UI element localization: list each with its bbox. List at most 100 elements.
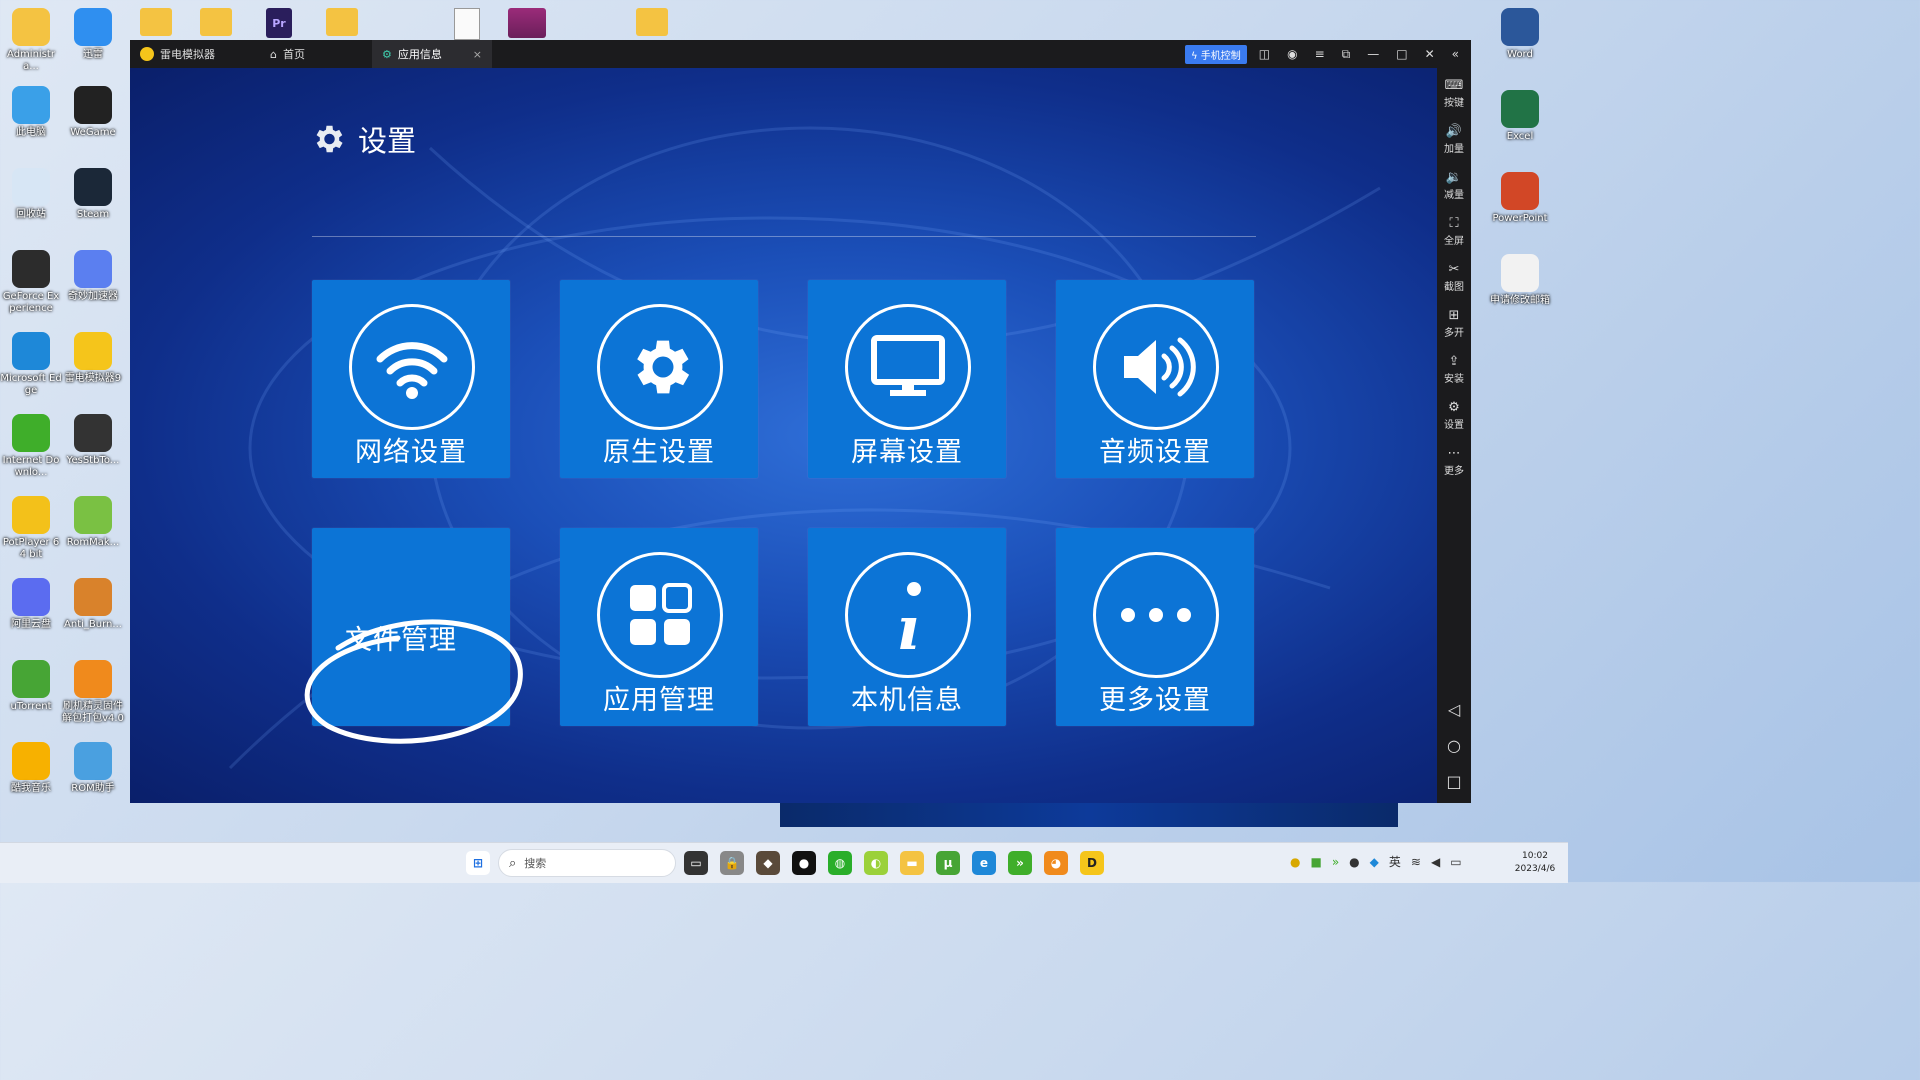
gear-icon: ⚙ — [382, 47, 392, 61]
ldplayer-icon[interactable]: D — [1080, 851, 1104, 875]
wifi-icon[interactable]: ≋ — [1411, 855, 1421, 869]
gamepad-icon[interactable]: ◫ — [1259, 47, 1270, 62]
kuwo-icon — [12, 742, 50, 780]
user-icon[interactable]: ◉ — [1287, 47, 1297, 62]
security-tray-icon[interactable]: ◆ — [1370, 855, 1379, 869]
document-icon[interactable] — [454, 8, 480, 40]
back-nav-icon[interactable]: ◁ — [1437, 700, 1471, 719]
settings-tile[interactable]: 应用管理 — [560, 528, 758, 726]
desktop-icon[interactable]: YesStbTo... — [62, 414, 124, 467]
restore-icon[interactable]: ⧉ — [1342, 47, 1351, 62]
phone-control-button[interactable]: ϟ 手机控制 — [1184, 44, 1247, 64]
settings-tile[interactable]: 网络设置 — [312, 280, 510, 478]
tool-app-icon[interactable]: ◆ — [756, 851, 780, 875]
tile-icon-circle — [597, 304, 723, 430]
volume-icon[interactable]: ◀ — [1431, 855, 1440, 869]
tab-app-name[interactable]: 雷电模拟器 — [130, 40, 260, 68]
sidebar-item[interactable]: 🔉 减量 — [1437, 170, 1471, 201]
maximize-icon[interactable]: □ — [1396, 47, 1407, 62]
qq-icon[interactable]: ● — [792, 851, 816, 875]
tab-app-info[interactable]: ⚙ 应用信息 × — [372, 40, 492, 68]
desktop-icon[interactable]: 迅雷 — [62, 8, 124, 61]
folder-icon[interactable] — [326, 8, 358, 36]
folder-icon[interactable] — [200, 8, 232, 36]
desktop-icon[interactable]: Steam — [62, 168, 124, 221]
settings-tile[interactable]: 更多设置 — [1056, 528, 1254, 726]
settings-tile[interactable]: 原生设置 — [560, 280, 758, 478]
desktop-icon[interactable]: Word — [1489, 8, 1551, 61]
sidebar-item[interactable]: ⚙ 设置 — [1437, 400, 1471, 431]
desktop-icon[interactable]: Microsoft Edge — [0, 332, 62, 397]
qq-tray-icon[interactable]: ● — [1349, 855, 1359, 869]
green-app-icon[interactable]: ◐ — [864, 851, 888, 875]
desktop-icon[interactable]: 阿里云盘 — [0, 578, 62, 631]
sidebar-item[interactable]: ✂ 截图 — [1437, 262, 1471, 293]
desktop-icon[interactable]: Administra... — [0, 8, 62, 73]
settings-tile[interactable]: ı 本机信息 — [808, 528, 1006, 726]
sidebar-item[interactable]: ⋯ 更多 — [1437, 446, 1471, 477]
fox-icon[interactable]: ◕ — [1044, 851, 1068, 875]
search-box[interactable]: ⌕ 搜索 — [498, 849, 676, 877]
desktop-icon[interactable]: PotPlayer 64 bit — [0, 496, 62, 561]
folder-icon[interactable] — [140, 8, 172, 36]
settings-tile[interactable]: 屏幕设置 — [808, 280, 1006, 478]
menu-icon[interactable]: ≡ — [1315, 47, 1325, 62]
ime-indicator[interactable]: 英 — [1389, 853, 1401, 870]
document-icon — [1501, 254, 1539, 292]
desktop-icon[interactable]: Anti_Burn... — [62, 578, 124, 631]
home-nav-icon[interactable]: ○ — [1437, 736, 1471, 755]
winrar-icon[interactable] — [508, 8, 546, 38]
desktop-icon[interactable]: 申请修改邮箱 — [1489, 254, 1551, 307]
desktop-icon[interactable]: 酷我音乐 — [0, 742, 62, 795]
folder-icon[interactable] — [636, 8, 668, 36]
desktop-icon[interactable]: Internet Downlo... — [0, 414, 62, 479]
sidebar-item[interactable]: ⇪ 安装 — [1437, 354, 1471, 385]
idm-tray-icon[interactable]: » — [1332, 855, 1339, 869]
desktop-icon[interactable]: Excel — [1489, 90, 1551, 143]
battery-icon[interactable]: ▭ — [1450, 855, 1461, 869]
desktop-icon[interactable]: 刷机精灵固件解包打包v4.0 — [62, 660, 124, 725]
edge-icon[interactable]: e — [972, 851, 996, 875]
desktop-icon[interactable]: PowerPoint — [1489, 172, 1551, 225]
settings-tile[interactable]: 音频设置 — [1056, 280, 1254, 478]
sidebar-item-label: 安装 — [1444, 374, 1464, 385]
windows-start-icon[interactable]: ⊞ — [466, 851, 490, 875]
tile-icon-circle — [1093, 304, 1219, 430]
desktop-icon[interactable]: RomMak... — [62, 496, 124, 549]
desktop-icon-label: Internet Downlo... — [2, 455, 60, 478]
sidebar-item[interactable]: ⛶ 全屏 — [1437, 216, 1471, 247]
close-icon[interactable]: ✕ — [1425, 47, 1435, 62]
sidebar-item[interactable]: ⌨ 按键 — [1437, 78, 1471, 109]
wechat-icon[interactable]: ◍ — [828, 851, 852, 875]
premiere-project-icon[interactable]: Pr — [266, 8, 292, 38]
utorrent-icon[interactable]: µ — [936, 851, 960, 875]
desktop-icon[interactable]: 雷电模拟器9 — [62, 332, 124, 385]
recents-nav-icon[interactable]: □ — [1437, 772, 1471, 791]
ldplayer-icon — [74, 332, 112, 370]
desktop-icon[interactable]: uTorrent — [0, 660, 62, 713]
desktop-icon[interactable]: 奇妙加速器 — [62, 250, 124, 303]
desktop-icon[interactable]: GeForce Experience — [0, 250, 62, 315]
minimize-icon[interactable]: — — [1367, 47, 1379, 62]
desktop-icon[interactable]: ROM助手 — [62, 742, 124, 795]
ldplayer-tray-icon[interactable]: ● — [1290, 855, 1300, 869]
task-view-icon[interactable]: ▭ — [684, 851, 708, 875]
sidebar-item[interactable]: ⊞ 多开 — [1437, 308, 1471, 339]
tab-home[interactable]: ⌂ 首页 — [260, 40, 372, 68]
utorrent-tray-icon[interactable]: ■ — [1310, 855, 1321, 869]
desktop-icon[interactable]: 回收站 — [0, 168, 62, 221]
sidebar-item[interactable]: 🔊 加量 — [1437, 124, 1471, 155]
close-tab-icon[interactable]: × — [473, 48, 482, 61]
lock-app-icon[interactable]: 🔒 — [720, 851, 744, 875]
desktop-icon[interactable]: 此电脑 — [0, 86, 62, 139]
idm-icon[interactable]: » — [1008, 851, 1032, 875]
desktop-icon[interactable]: WeGame — [62, 86, 124, 139]
clock[interactable]: 10:02 2023/4/6 — [1508, 850, 1562, 876]
tile-icon-circle — [597, 552, 723, 678]
system-tray: ● ■ » ● ◆ 英 ≋ ◀ ▭ — [1290, 853, 1462, 870]
more-icon: ⋯ — [1447, 446, 1461, 461]
multi-instance-icon: ⊞ — [1448, 308, 1460, 323]
file-explorer-icon[interactable]: ▬ — [900, 851, 924, 875]
collapse-sidebar-icon[interactable]: « — [1452, 47, 1459, 62]
tab-home-label: 首页 — [282, 48, 305, 61]
